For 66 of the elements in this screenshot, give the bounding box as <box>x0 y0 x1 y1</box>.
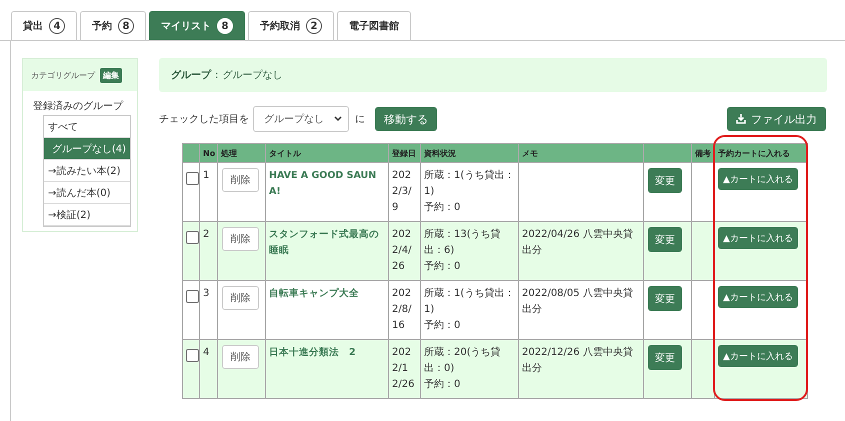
count-badge: 2 <box>306 18 322 34</box>
move-prompt: チェックした項目を <box>159 113 249 126</box>
registered-date: 2022/3/9 <box>392 170 412 213</box>
column-header: No <box>203 148 216 158</box>
delete-button[interactable]: 削除 <box>222 345 259 369</box>
registered-date: 2022/4/26 <box>392 229 412 272</box>
group-label: グループ <box>171 68 211 82</box>
separator-colon: : <box>215 70 218 80</box>
export-button[interactable]: ファイル出力 <box>727 107 826 131</box>
move-button[interactable]: 移動する <box>375 107 437 131</box>
row-number: 2 <box>203 229 210 240</box>
column-header: 予約カートに入れる <box>718 148 790 158</box>
chevron-icon <box>334 116 342 122</box>
download-icon <box>736 114 746 124</box>
add-to-cart-button[interactable]: ▲カートに入れる <box>718 227 798 249</box>
group-heading: 登録済みのグループ <box>32 100 124 113</box>
holdings-status: 所蔵：1(うち貸出：1) <box>424 286 515 317</box>
column-header: 処理 <box>221 148 237 158</box>
change-button[interactable]: 変更 <box>648 227 682 252</box>
count-badge: 8 <box>118 18 134 34</box>
holdings-status: 所蔵：1(うち貸出：1) <box>424 168 515 199</box>
column-header: 備考 <box>695 148 711 158</box>
add-to-cart-button[interactable]: ▲カートに入れる <box>718 345 798 367</box>
row-number: 4 <box>203 347 210 358</box>
row-number: 3 <box>203 288 210 299</box>
holdings-status: 所蔵：20(うち貸出：0) <box>424 346 502 376</box>
column-header: 登録日 <box>392 148 416 158</box>
row-checkbox[interactable] <box>186 231 199 244</box>
reservation-count: 予約：0 <box>424 378 462 392</box>
memo-text: 2022/08/05 八雲中央貸出分 <box>522 288 633 315</box>
group-value: グループなし <box>222 68 282 82</box>
row-checkbox[interactable] <box>186 172 199 185</box>
row-number: 1 <box>203 170 210 181</box>
registered-date: 2022/8/16 <box>392 288 412 331</box>
group-item[interactable]: グループなし(4) <box>44 138 130 160</box>
delete-button[interactable]: 削除 <box>222 227 259 251</box>
memo-text: 2022/04/26 八雲中央貸出分 <box>522 229 633 256</box>
reservation-count: 予約：0 <box>424 201 462 215</box>
row-checkbox[interactable] <box>186 290 199 303</box>
count-badge: 8 <box>217 18 233 34</box>
reservation-count: 予約：0 <box>424 319 462 333</box>
column-header: メモ <box>522 148 538 158</box>
tab[interactable]: マイリスト 8 <box>149 11 245 40</box>
move-suffix: に <box>355 113 365 126</box>
tab[interactable]: 予約 8 <box>80 11 146 40</box>
tab[interactable]: 予約取消 2 <box>248 11 334 40</box>
column-header: 資料状況 <box>424 148 456 158</box>
memo-text: 2022/12/26 八雲中央貸出分 <box>522 347 633 374</box>
edit-button[interactable]: 編集 <box>100 68 122 82</box>
add-to-cart-button[interactable]: ▲カートに入れる <box>718 286 798 308</box>
add-to-cart-button[interactable]: ▲カートに入れる <box>718 168 798 190</box>
change-button[interactable]: 変更 <box>648 286 682 311</box>
column-header: タイトル <box>269 148 301 158</box>
change-button[interactable]: 変更 <box>648 168 682 193</box>
group-select[interactable]: グループなし <box>253 106 349 132</box>
delete-button[interactable]: 削除 <box>222 286 259 310</box>
count-badge: 4 <box>49 18 65 34</box>
registered-date: 2022/12/26 <box>392 347 414 390</box>
tab[interactable]: 貸出 4 <box>11 11 77 40</box>
delete-button[interactable]: 削除 <box>222 168 259 192</box>
holdings-status: 所蔵：13(うち貸出：6) <box>424 228 502 258</box>
change-button[interactable]: 変更 <box>648 345 682 370</box>
row-checkbox[interactable] <box>186 349 199 362</box>
reservation-count: 予約：0 <box>424 260 462 274</box>
tab[interactable]: 電子図書館 <box>337 11 411 40</box>
panel-title: カテゴリグループ <box>31 70 95 80</box>
